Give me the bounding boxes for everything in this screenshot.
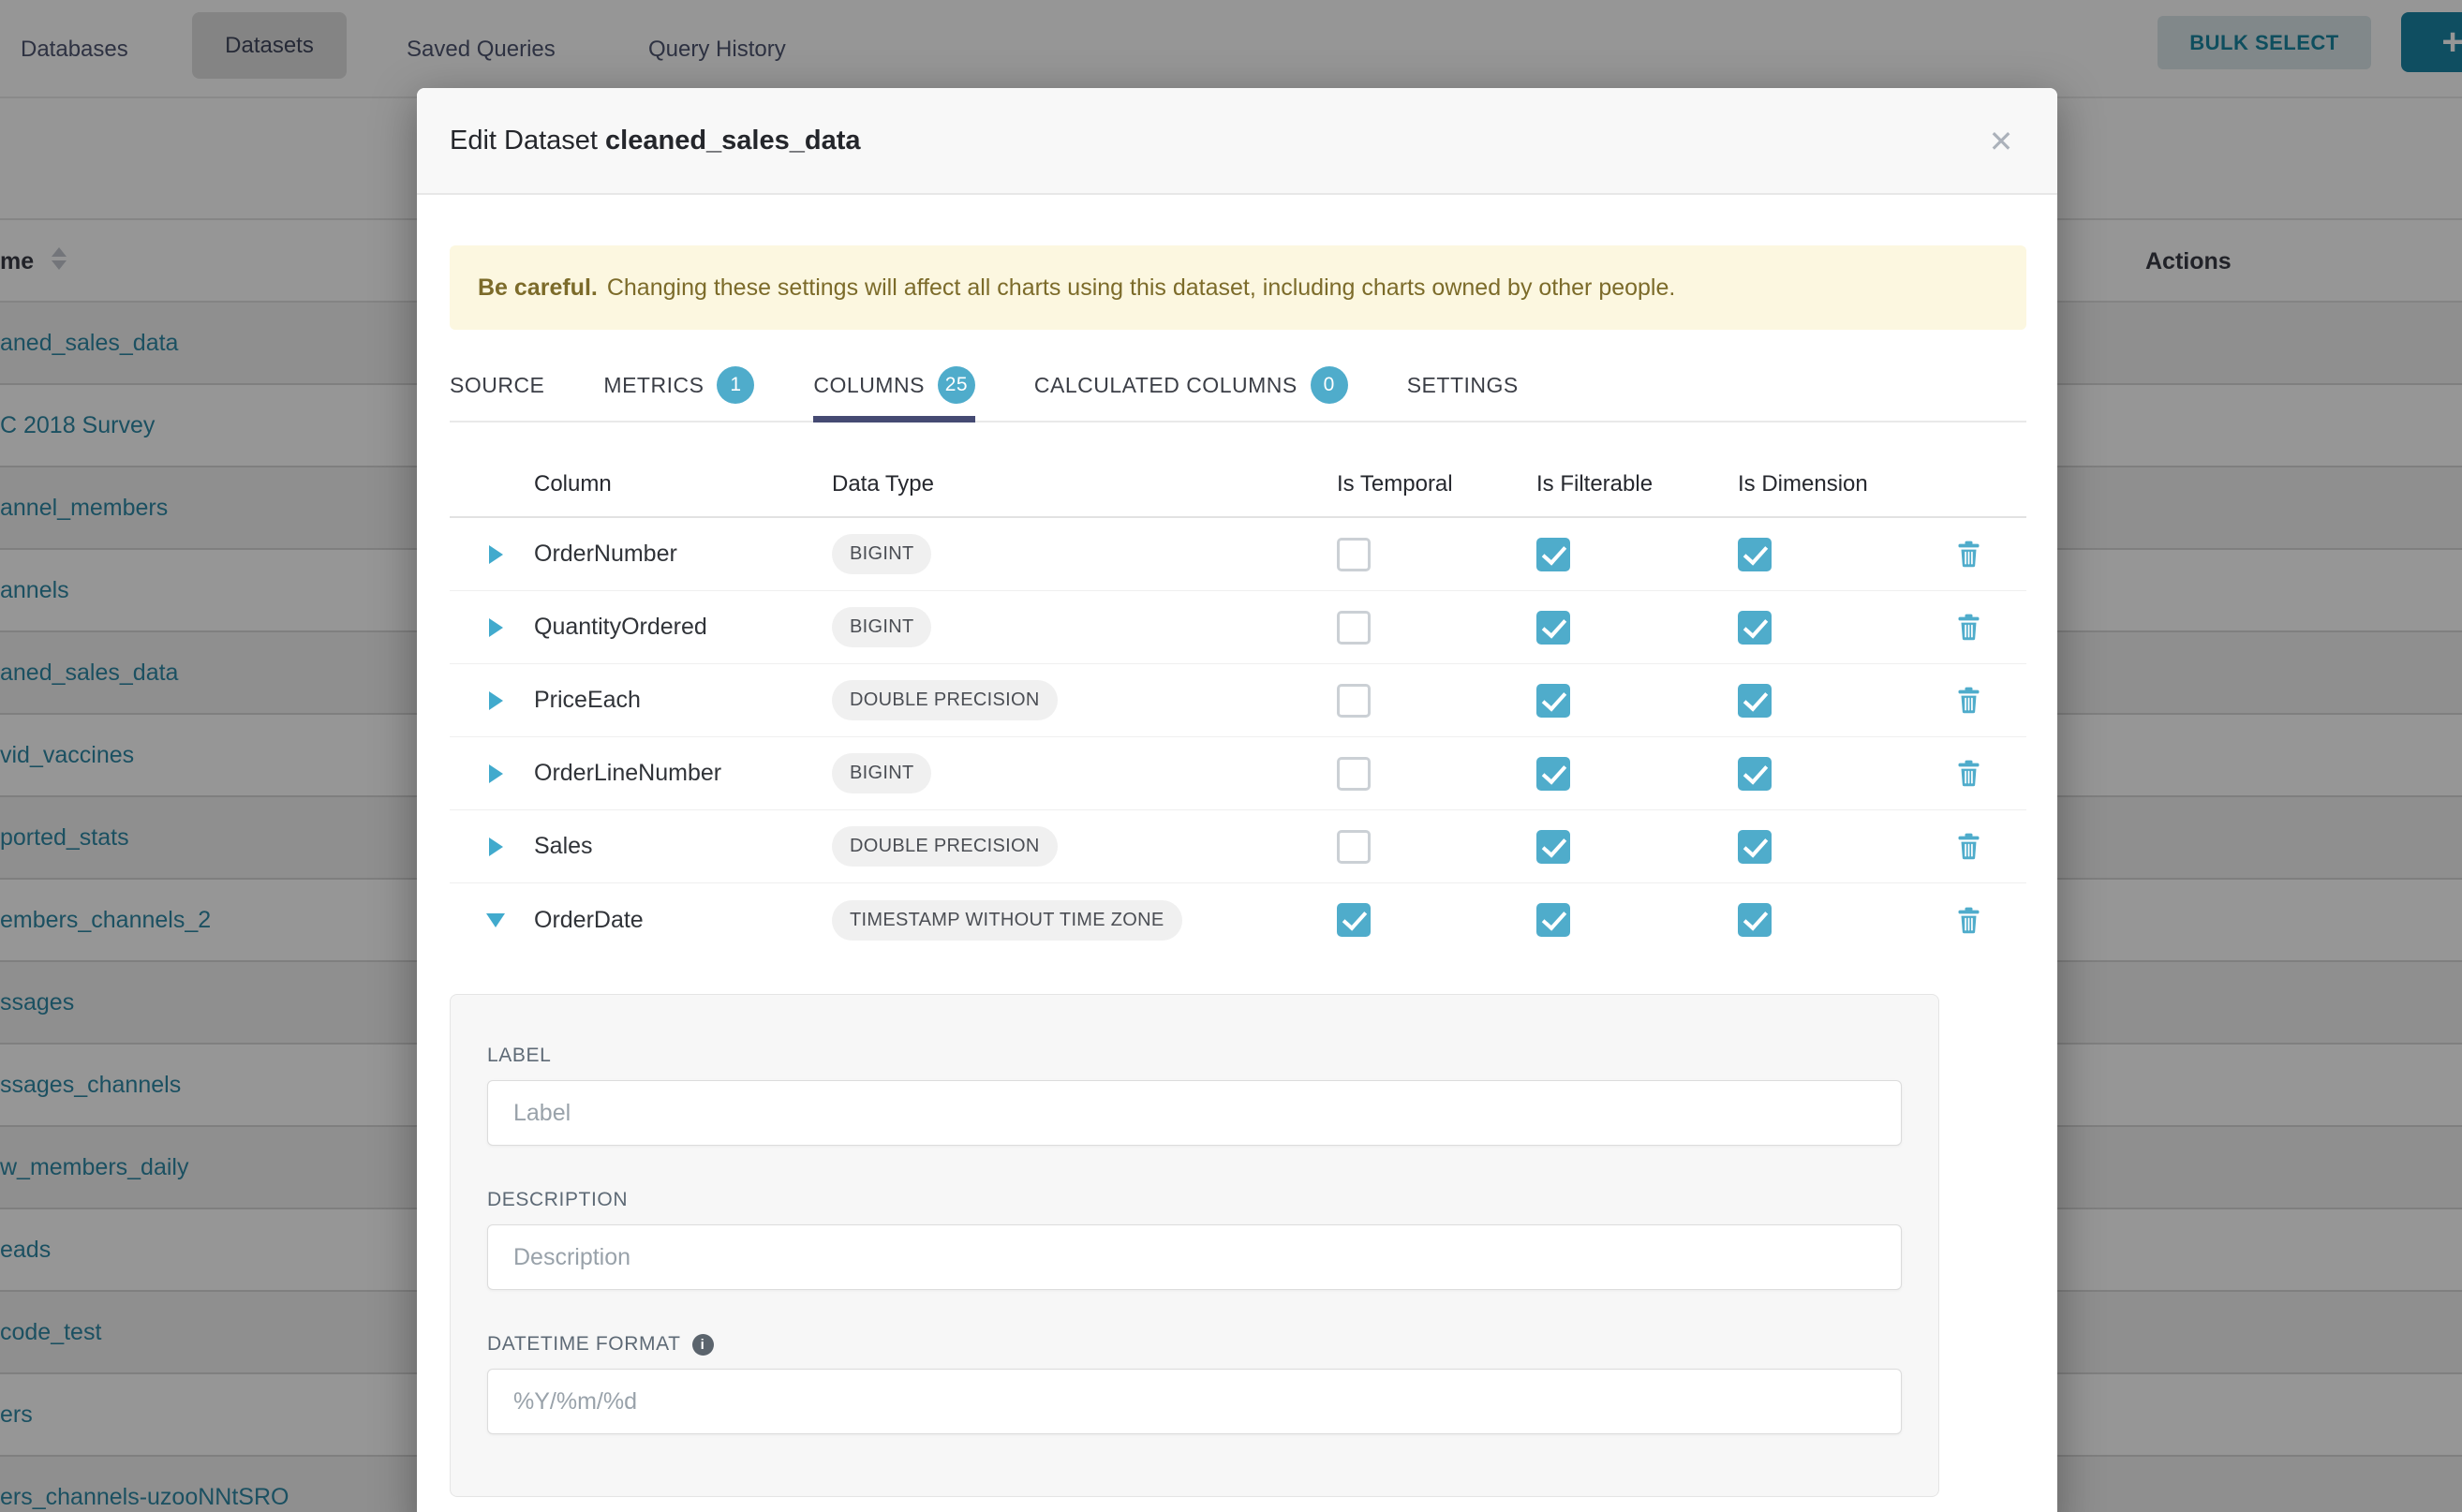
tab-count-badge: 0 <box>1311 366 1348 404</box>
description-section-heading: DESCRIPTION <box>487 1189 1902 1211</box>
data-type-pill: BIGINT <box>832 753 931 793</box>
column-detail-panel: LABEL DESCRIPTION DATETIME FORMAT i <box>450 994 1939 1497</box>
column-row-orderdate: OrderDateTIMESTAMP WITHOUT TIME ZONE <box>450 883 2026 956</box>
tab-columns[interactable]: COLUMNS 25 <box>813 361 975 421</box>
column-name: OrderLineNumber <box>534 760 832 787</box>
label-section-heading: LABEL <box>487 1045 1902 1067</box>
is-temporal-checkbox-unchecked[interactable] <box>1337 538 1371 571</box>
is-temporal-checkbox-unchecked[interactable] <box>1337 830 1371 864</box>
modal-header: Edit Dataset cleaned_sales_data ✕ <box>417 88 2057 195</box>
header-data-type: Data Type <box>832 471 1337 497</box>
is-filterable-checkbox-checked[interactable] <box>1536 611 1570 645</box>
modal-title: Edit Dataset cleaned_sales_data <box>450 126 861 156</box>
columns-table-header: Column Data Type Is Temporal Is Filterab… <box>450 471 2026 518</box>
header-is-filterable: Is Filterable <box>1536 471 1738 497</box>
edit-dataset-modal: Edit Dataset cleaned_sales_data ✕ Be car… <box>417 88 2057 1512</box>
description-heading-text: DESCRIPTION <box>487 1189 628 1211</box>
column-row-quantityordered: QuantityOrderedBIGINT <box>450 591 2026 664</box>
data-type-pill: DOUBLE PRECISION <box>832 680 1058 720</box>
column-row-ordernumber: OrderNumberBIGINT <box>450 518 2026 591</box>
warning-text: Changing these settings will affect all … <box>607 274 1676 302</box>
tab-settings[interactable]: SETTINGS <box>1407 361 1519 421</box>
is-filterable-checkbox-checked[interactable] <box>1536 903 1570 937</box>
header-column: Column <box>534 471 832 497</box>
delete-column-trash-icon[interactable] <box>1953 907 2026 934</box>
data-type-pill: BIGINT <box>832 607 931 647</box>
label-input[interactable] <box>487 1080 1902 1146</box>
column-name: Sales <box>534 833 832 860</box>
delete-column-trash-icon[interactable] <box>1953 687 2026 714</box>
delete-column-trash-icon[interactable] <box>1953 541 2026 568</box>
delete-column-trash-icon[interactable] <box>1953 614 2026 641</box>
data-type-pill: TIMESTAMP WITHOUT TIME ZONE <box>832 900 1182 941</box>
datetime-format-section-heading: DATETIME FORMAT i <box>487 1333 1902 1356</box>
is-dimension-checkbox-checked[interactable] <box>1738 538 1772 571</box>
delete-column-trash-icon[interactable] <box>1953 760 2026 787</box>
warning-bold: Be careful. <box>478 274 598 302</box>
is-filterable-checkbox-checked[interactable] <box>1536 757 1570 791</box>
label-heading-text: LABEL <box>487 1045 551 1067</box>
tab-calculated-columns[interactable]: CALCULATED COLUMNS 0 <box>1034 361 1348 421</box>
is-filterable-checkbox-checked[interactable] <box>1536 538 1570 571</box>
tab-count-badge: 25 <box>938 366 975 404</box>
modal-title-dataset: cleaned_sales_data <box>605 126 860 156</box>
header-is-temporal: Is Temporal <box>1337 471 1536 497</box>
is-dimension-checkbox-checked[interactable] <box>1738 830 1772 864</box>
is-dimension-checkbox-checked[interactable] <box>1738 611 1772 645</box>
is-temporal-checkbox-unchecked[interactable] <box>1337 611 1371 645</box>
data-type-pill: BIGINT <box>832 534 931 574</box>
tab-label: COLUMNS <box>813 373 925 398</box>
column-row-priceeach: PriceEachDOUBLE PRECISION <box>450 664 2026 737</box>
collapse-caret-icon[interactable] <box>486 913 505 927</box>
description-input[interactable] <box>487 1224 1902 1290</box>
datetime-format-input[interactable] <box>487 1369 1902 1434</box>
column-name: OrderNumber <box>534 541 832 568</box>
tab-label: SOURCE <box>450 373 544 398</box>
expand-caret-icon[interactable] <box>489 764 503 783</box>
is-dimension-checkbox-checked[interactable] <box>1738 757 1772 791</box>
datetime-format-heading-text: DATETIME FORMAT <box>487 1333 681 1356</box>
expand-caret-icon[interactable] <box>489 691 503 710</box>
is-dimension-checkbox-checked[interactable] <box>1738 684 1772 718</box>
is-temporal-checkbox-unchecked[interactable] <box>1337 757 1371 791</box>
is-dimension-checkbox-checked[interactable] <box>1738 903 1772 937</box>
header-is-dimension: Is Dimension <box>1738 471 1953 497</box>
column-row-orderlinenumber: OrderLineNumberBIGINT <box>450 737 2026 810</box>
is-filterable-checkbox-checked[interactable] <box>1536 684 1570 718</box>
tab-metrics[interactable]: METRICS 1 <box>603 361 754 421</box>
modal-title-prefix: Edit Dataset <box>450 126 598 156</box>
tab-label: SETTINGS <box>1407 373 1519 398</box>
column-name: PriceEach <box>534 687 832 714</box>
expand-caret-icon[interactable] <box>489 545 503 564</box>
delete-column-trash-icon[interactable] <box>1953 833 2026 860</box>
column-name: OrderDate <box>534 907 832 934</box>
tab-label: METRICS <box>603 373 704 398</box>
column-name: QuantityOrdered <box>534 614 832 641</box>
data-type-pill: DOUBLE PRECISION <box>832 826 1058 867</box>
modal-tabs: SOURCE METRICS 1 COLUMNS 25 CALCULATED COLUMN… <box>450 361 2026 422</box>
warning-banner: Be careful. Changing these settings will… <box>450 245 2026 330</box>
tab-label: CALCULATED COLUMNS <box>1034 373 1298 398</box>
tab-source[interactable]: SOURCE <box>450 361 544 421</box>
is-temporal-checkbox-unchecked[interactable] <box>1337 684 1371 718</box>
column-row-sales: SalesDOUBLE PRECISION <box>450 810 2026 883</box>
expand-caret-icon[interactable] <box>489 838 503 856</box>
info-icon[interactable]: i <box>692 1334 714 1356</box>
columns-table-rows: OrderNumberBIGINTQuantityOrderedBIGINTPr… <box>450 518 2026 956</box>
screen: DatabasesDatasetsSaved QueriesQuery Hist… <box>0 0 2462 1512</box>
is-temporal-checkbox-checked[interactable] <box>1337 903 1371 937</box>
expand-caret-icon[interactable] <box>489 618 503 637</box>
close-icon[interactable]: ✕ <box>1973 88 2029 195</box>
tab-count-badge: 1 <box>717 366 754 404</box>
is-filterable-checkbox-checked[interactable] <box>1536 830 1570 864</box>
modal-body: Be careful. Changing these settings will… <box>417 245 2057 1497</box>
